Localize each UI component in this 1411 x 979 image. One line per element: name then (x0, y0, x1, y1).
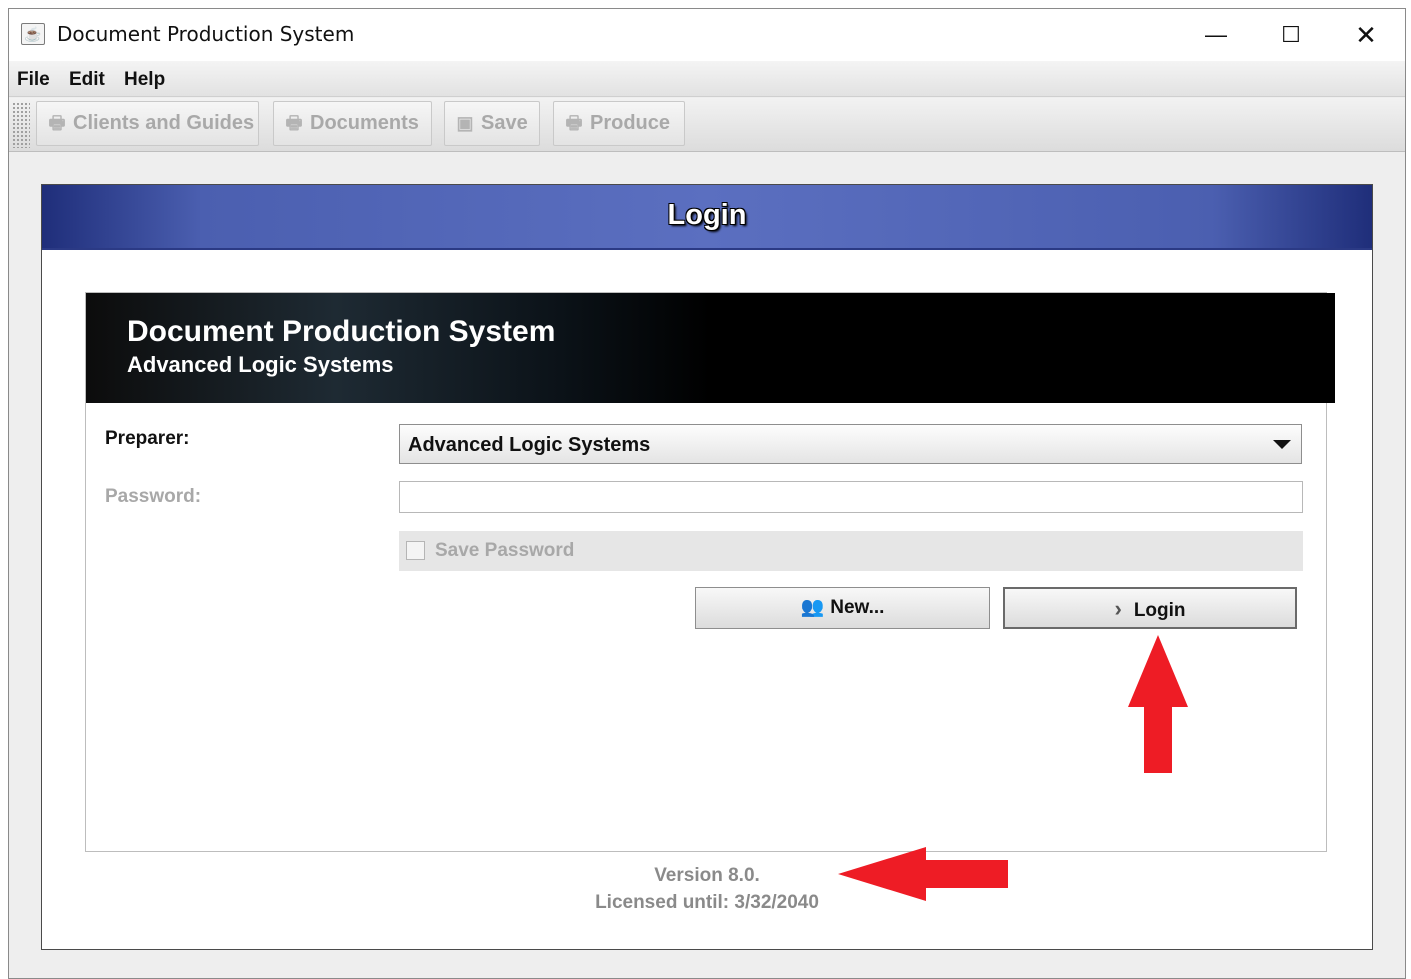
save-password-row: Save Password (399, 531, 1303, 571)
java-app-icon: ☕ (21, 23, 45, 45)
printer-icon: 🖶 (285, 113, 303, 133)
login-button[interactable]: › Login (1003, 587, 1297, 629)
clients-and-guides-button[interactable]: 🖶 Clients and Guides (36, 101, 259, 146)
menu-help[interactable]: Help (124, 69, 165, 91)
login-button-label: Login (1133, 600, 1186, 621)
license-text: Licensed until: 3/32/2040 (595, 892, 819, 913)
toolbar: 🖶 Clients and Guides 🖶 Documents ▣ Save 🖶 Pr… (9, 98, 1405, 152)
toolbar-grip-handle[interactable] (12, 102, 30, 148)
login-header: Login (42, 185, 1372, 250)
application-window: ☕ Document Production System — ☐ ✕ File … (8, 8, 1406, 979)
login-panel: Login Document Production System Advance… (41, 184, 1373, 950)
preparer-selected-value: Advanced Logic Systems (408, 434, 651, 456)
produce-label: Produce (590, 112, 671, 134)
documents-button[interactable]: 🖶 Documents (273, 101, 432, 146)
minimize-button[interactable]: — (1179, 9, 1253, 61)
banner-title: Document Production System (127, 315, 556, 348)
chevron-right-icon: › (1114, 596, 1122, 621)
menu-bar: File Edit Help (9, 61, 1405, 97)
menu-edit[interactable]: Edit (69, 69, 105, 91)
version-text: Version 8.0. (654, 865, 760, 886)
printer-icon: 🖶 (48, 113, 66, 133)
floppy-disk-icon: ▣ (456, 113, 474, 133)
chevron-down-icon[interactable] (1273, 440, 1291, 449)
save-password-checkbox[interactable] (406, 541, 425, 560)
annotation-arrow-left-icon (838, 847, 1008, 901)
product-banner: Document Production System Advanced Logi… (86, 293, 1335, 403)
save-button[interactable]: ▣ Save (444, 101, 540, 146)
users-icon: 👥 (800, 597, 825, 618)
documents-label: Documents (310, 112, 419, 134)
new-button-label: New... (830, 597, 885, 618)
menu-file[interactable]: File (17, 69, 50, 91)
window-title: Document Production System (57, 22, 355, 46)
clients-and-guides-label: Clients and Guides (73, 112, 255, 134)
preparer-label: Preparer: (105, 428, 190, 449)
close-button[interactable]: ✕ (1329, 9, 1403, 61)
preparer-dropdown[interactable]: Advanced Logic Systems (399, 424, 1302, 464)
login-header-title: Login (667, 199, 747, 231)
save-password-label: Save Password (435, 540, 575, 561)
maximize-button[interactable]: ☐ (1254, 9, 1328, 61)
save-label: Save (481, 112, 528, 134)
produce-button[interactable]: 🖶 Produce (553, 101, 685, 146)
new-button[interactable]: 👥 New... (695, 587, 990, 629)
printer-icon: 🖶 (565, 113, 583, 133)
annotation-arrow-up-icon (1128, 635, 1188, 773)
title-bar[interactable]: ☕ Document Production System — ☐ ✕ (9, 9, 1405, 61)
password-field[interactable] (399, 481, 1303, 513)
banner-subtitle: Advanced Logic Systems (127, 352, 394, 377)
password-label: Password: (105, 486, 202, 507)
